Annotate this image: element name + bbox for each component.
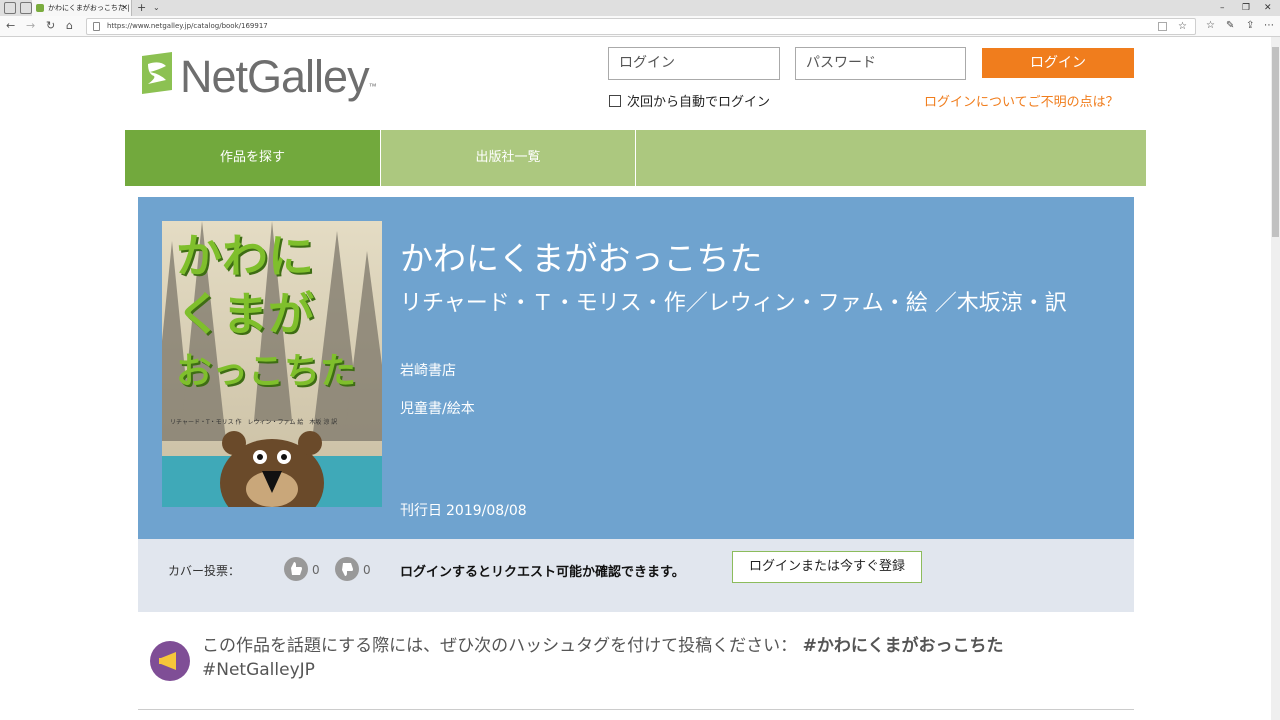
book-release-date: 刊行日 2019/08/08: [400, 501, 527, 521]
hashtag-message: この作品を話題にする際には、ぜひ次のハッシュタグを付けて投稿ください： #かわに…: [202, 636, 1004, 680]
release-date-label: 刊行日: [400, 503, 442, 519]
reading-view-icon[interactable]: [1158, 22, 1167, 31]
page-scrollbar[interactable]: [1271, 37, 1280, 720]
logo-mark-icon: [142, 52, 172, 94]
megaphone-icon: [150, 641, 190, 681]
remember-me-checkbox[interactable]: 次回から自動でログイン: [609, 94, 770, 112]
login-placeholder: ログイン: [619, 55, 675, 71]
cover-credits: リチャード・T・モリス 作 レウィン・ファム 絵 木坂 涼 訳: [170, 419, 338, 426]
book-publisher[interactable]: 岩崎書店: [400, 361, 456, 381]
tab-preview-icon[interactable]: [20, 2, 32, 14]
lock-icon: [93, 22, 100, 31]
chevron-down-icon[interactable]: ⌄: [153, 0, 160, 16]
cover-vote-label: カバー投票：: [168, 564, 241, 578]
browser-tab[interactable]: かわにくまがおっこちた | リチ ✕: [32, 0, 132, 16]
refresh-icon[interactable]: ↻: [46, 18, 55, 34]
thumbs-down-icon[interactable]: [335, 557, 359, 581]
more-icon[interactable]: ⋯: [1264, 18, 1274, 34]
hashtag-netgalley: #NetGalleyJP: [202, 660, 315, 680]
login-button[interactable]: ログイン: [982, 48, 1134, 78]
checkbox-icon[interactable]: [609, 95, 621, 107]
home-icon[interactable]: ⌂: [66, 18, 73, 34]
cover-title: かわに くまが おっこちた: [176, 229, 357, 392]
tab-actions-icon[interactable]: [4, 2, 16, 14]
address-bar-row: ← → ↻ ⌂ https://www.netgalley.jp/catalog…: [0, 16, 1280, 37]
favorites-icon[interactable]: ☆: [1206, 18, 1215, 34]
nav-divider: [635, 130, 636, 186]
tab-title: かわにくまがおっこちた | リチ: [48, 4, 131, 12]
forward-icon[interactable]: →: [26, 18, 35, 34]
logo-wordmark: NetGalley™: [180, 51, 377, 102]
login-input[interactable]: ログイン: [608, 47, 780, 80]
restore-icon[interactable]: ❐: [1242, 0, 1250, 16]
cover-vote-bar: カバー投票： 0 0 ログインするとリクエスト可能か確認できます。 ログインまた…: [138, 539, 1134, 612]
hashtag-title: #かわにくまがおっこちた: [802, 636, 1004, 656]
login-help-link[interactable]: ログインについてご不明の点は？: [924, 94, 1119, 112]
favicon-icon: [36, 4, 44, 12]
password-placeholder: パスワード: [806, 55, 876, 71]
thumbs-down-count: 0: [363, 563, 371, 577]
share-icon[interactable]: ⇪: [1246, 18, 1254, 34]
thumbs-up-count: 0: [312, 563, 320, 577]
url-field[interactable]: https://www.netgalley.jp/catalog/book/16…: [86, 18, 1196, 35]
nav-find-titles[interactable]: 作品を探す: [125, 130, 380, 186]
thumbs-up-icon[interactable]: [284, 557, 308, 581]
scrollbar-thumb[interactable]: [1272, 47, 1279, 237]
release-date-value: 2019/08/08: [446, 503, 527, 519]
minimize-icon[interactable]: –: [1220, 0, 1225, 16]
book-detail-panel: かわに くまが おっこちた リチャード・T・モリス 作 レウィン・ファム 絵 木…: [138, 197, 1134, 539]
book-title: かわにくまがおっこちた: [400, 239, 763, 278]
login-or-register-button[interactable]: ログインまたは今すぐ登録: [732, 551, 922, 583]
favorite-star-icon[interactable]: ☆: [1178, 19, 1187, 34]
back-icon[interactable]: ←: [6, 18, 15, 34]
remember-label: 次回から自動でログイン: [627, 95, 771, 110]
main-nav: 作品を探す 出版社一覧: [125, 130, 1146, 186]
close-window-icon[interactable]: ✕: [1264, 0, 1272, 16]
notes-icon[interactable]: ✎: [1226, 18, 1234, 34]
nav-publishers[interactable]: 出版社一覧: [381, 130, 635, 186]
password-input[interactable]: パスワード: [795, 47, 966, 80]
url-text: https://www.netgalley.jp/catalog/book/16…: [107, 22, 268, 30]
new-tab-icon[interactable]: +: [137, 0, 146, 15]
close-tab-icon[interactable]: ✕: [121, 0, 128, 16]
book-author: リチャード・Ｔ・モリス・作／レウィン・ファム・絵 ／木坂涼・訳: [400, 291, 1067, 316]
book-cover-image[interactable]: かわに くまが おっこちた リチャード・T・モリス 作 レウィン・ファム 絵 木…: [162, 221, 382, 507]
browser-tab-bar: かわにくまがおっこちた | リチ ✕ + ⌄ – ❐ ✕: [0, 0, 1280, 16]
login-request-message: ログインするとリクエスト可能か確認できます。: [400, 565, 685, 580]
book-category[interactable]: 児童書/絵本: [400, 399, 475, 419]
section-divider: [138, 709, 1134, 710]
